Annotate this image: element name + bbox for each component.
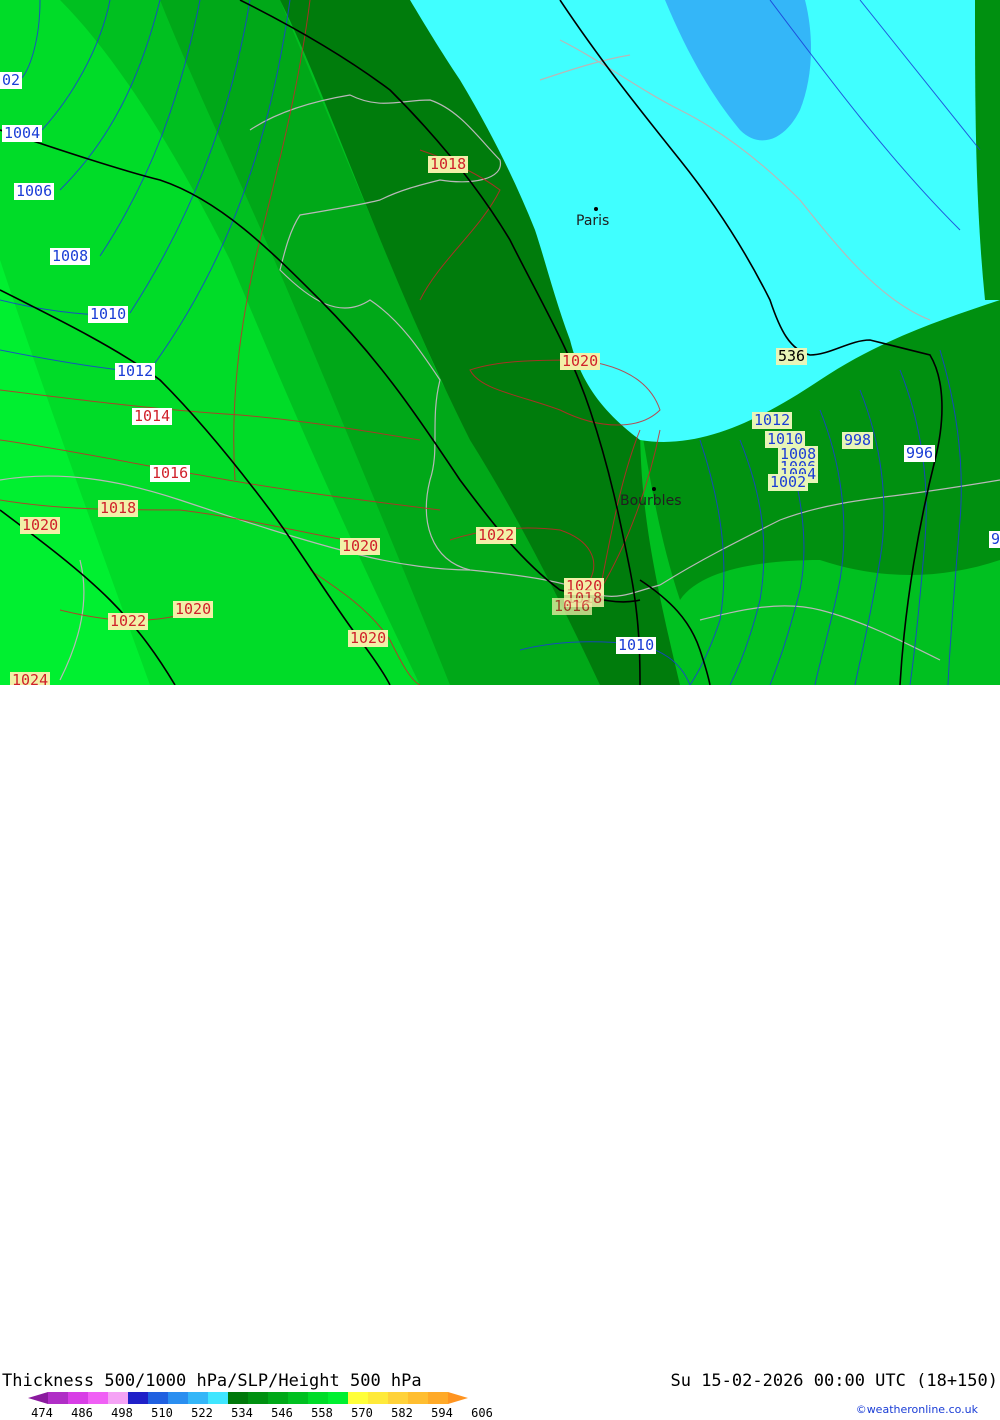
isobar-label: 1010	[88, 305, 129, 323]
isobar-label: 1020	[340, 537, 381, 555]
isobar-label: 02	[0, 71, 23, 89]
scale-swatch	[208, 1392, 228, 1404]
isobar-label: 1004	[2, 124, 43, 142]
isobar-label: 1002	[768, 473, 809, 491]
scale-swatch	[288, 1392, 308, 1404]
scale-swatch	[228, 1392, 248, 1404]
scale-swatch	[28, 1392, 48, 1404]
weather-map[interactable]: Paris Bourbles 536 02 1004 1006 1008 101…	[0, 0, 1000, 685]
isobar-label: 998	[842, 431, 874, 449]
scale-tick-label: 546	[271, 1406, 293, 1420]
map-datetime: Su 15-02-2026 00:00 UTC (18+150)	[670, 1371, 998, 1391]
scale-swatch	[148, 1392, 168, 1404]
scale-swatch	[328, 1392, 348, 1404]
city-dot-paris	[594, 207, 598, 211]
scale-swatch	[88, 1392, 108, 1404]
scale-tick-label: 606	[471, 1406, 493, 1420]
scale-swatch	[168, 1392, 188, 1404]
scale-swatch	[48, 1392, 68, 1404]
scale-tick-label: 486	[71, 1406, 93, 1420]
map-title: Thickness 500/1000 hPa/SLP/Height 500 hP…	[2, 1371, 422, 1391]
scale-swatch	[248, 1392, 268, 1404]
isobar-label: 1020	[173, 600, 214, 618]
scale-swatch	[68, 1392, 88, 1404]
scale-swatch	[348, 1392, 368, 1404]
isobar-label: 1020	[560, 352, 601, 370]
city-dot-bourbles	[652, 487, 656, 491]
height-label-536: 536	[776, 347, 808, 365]
isobar-label: 996	[904, 444, 936, 462]
isobar-label: 1006	[14, 182, 55, 200]
color-scale	[28, 1392, 468, 1404]
scale-swatch	[368, 1392, 388, 1404]
isobar-label: 1014	[132, 407, 173, 425]
isobar-label: 1016	[150, 464, 191, 482]
scale-tick-label: 582	[391, 1406, 413, 1420]
isobar-label: 1018	[428, 155, 469, 173]
scale-tick-label: 570	[351, 1406, 373, 1420]
scale-tick-label: 594	[431, 1406, 453, 1420]
isobar-label: 1022	[108, 612, 149, 630]
credit-link[interactable]: ©weatheronline.co.uk	[856, 1403, 978, 1416]
scale-swatch	[188, 1392, 208, 1404]
isobar-label: 1016	[552, 597, 593, 615]
isobar-label: 1012	[115, 362, 156, 380]
isobar-label: 1022	[476, 526, 517, 544]
isobar-label: 1012	[752, 411, 793, 429]
isobar-label: 1024	[10, 672, 51, 685]
city-label-paris: Paris	[576, 213, 610, 229]
city-label-bourbles: Bourbles	[620, 493, 682, 509]
scale-swatch	[308, 1392, 328, 1404]
scale-tick-label: 510	[151, 1406, 173, 1420]
scale-swatch	[268, 1392, 288, 1404]
scale-swatch	[108, 1392, 128, 1404]
scale-tick-label: 558	[311, 1406, 333, 1420]
scale-tick-label: 522	[191, 1406, 213, 1420]
scale-swatch	[388, 1392, 408, 1404]
isobar-label: 1020	[348, 629, 389, 647]
footer: Thickness 500/1000 hPa/SLP/Height 500 hP…	[0, 685, 1000, 1420]
scale-tick-label: 474	[31, 1406, 53, 1420]
isobar-label: 1020	[20, 516, 61, 534]
isobar-label: 1018	[98, 499, 139, 517]
scale-swatch	[128, 1392, 148, 1404]
scale-tick-label: 534	[231, 1406, 253, 1420]
scale-swatch	[448, 1392, 468, 1404]
map-canvas	[0, 0, 1000, 685]
scale-swatch	[408, 1392, 428, 1404]
scale-tick-label: 498	[111, 1406, 133, 1420]
isobar-label: 1010	[616, 636, 657, 654]
scale-swatch	[428, 1392, 448, 1404]
isobar-label: 1008	[50, 247, 91, 265]
isobar-label: 9	[989, 531, 1000, 548]
